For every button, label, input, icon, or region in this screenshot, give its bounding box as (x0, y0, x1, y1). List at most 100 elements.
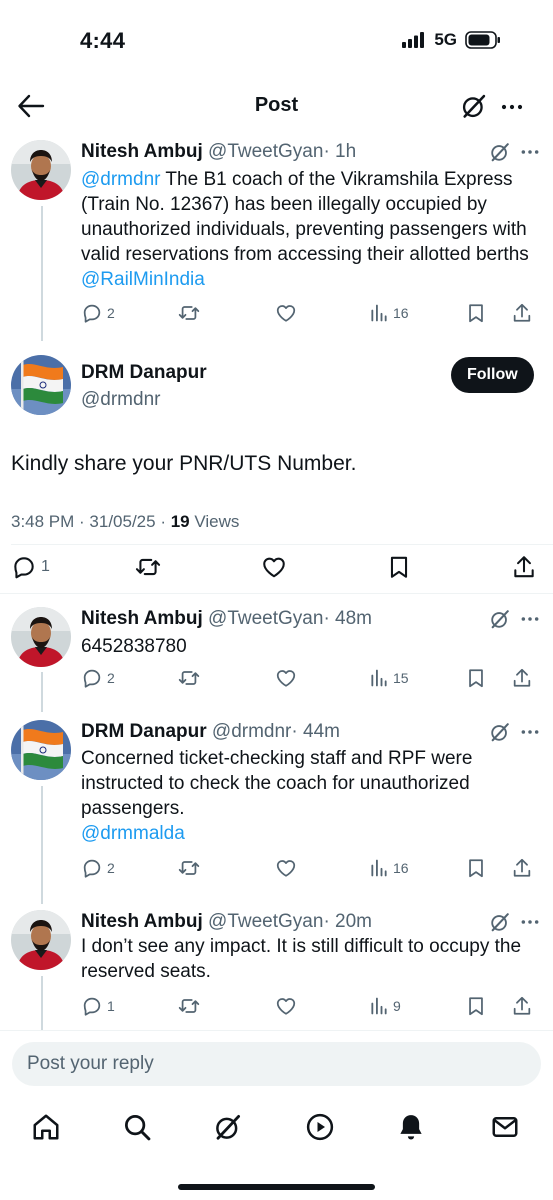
tweet-actions: 2 16 (81, 857, 541, 879)
reply-icon (81, 302, 103, 324)
like-button[interactable] (275, 995, 369, 1017)
reply-button[interactable]: 1 (81, 995, 178, 1017)
like-button[interactable] (275, 302, 369, 324)
tweet-header: Nitesh Ambuj @TweetGyan· 20m (81, 910, 372, 934)
mention-link[interactable]: @RailMinIndia (81, 269, 205, 290)
reply-button[interactable]: 2 (81, 302, 178, 324)
like-icon (275, 857, 297, 879)
reply-count: 2 (107, 670, 115, 686)
avatar[interactable] (11, 910, 71, 970)
author-handle[interactable]: @TweetGyan (208, 141, 323, 162)
reply-icon (11, 554, 37, 580)
bookmark-icon (386, 554, 412, 580)
tweet-time: · 48m (323, 608, 373, 629)
views-count: 9 (393, 998, 401, 1014)
avatar[interactable] (11, 607, 71, 667)
bookmark-button[interactable] (386, 554, 511, 580)
more-icon[interactable] (520, 722, 540, 742)
repost-button[interactable] (178, 857, 275, 879)
grok-icon[interactable] (489, 911, 511, 933)
reply-icon (81, 667, 103, 689)
like-button[interactable] (275, 667, 369, 689)
repost-icon (178, 857, 200, 879)
bookmark-button[interactable] (465, 857, 511, 879)
divider (0, 1030, 553, 1031)
bookmark-button[interactable] (465, 302, 511, 324)
author-handle[interactable]: @TweetGyan (208, 911, 323, 932)
repost-button[interactable] (135, 554, 261, 580)
avatar[interactable] (11, 140, 71, 200)
main-author-name[interactable]: DRM Danapur (81, 362, 207, 384)
home-indicator (178, 1184, 375, 1190)
reply-input[interactable]: Post your reply (12, 1042, 541, 1086)
author-name[interactable]: Nitesh Ambuj (81, 608, 203, 629)
thread-line (41, 976, 43, 1030)
post-meta: 3:48 PM · 31/05/25 · 19 Views (11, 512, 239, 532)
views-button[interactable]: 16 (369, 303, 465, 323)
share-button[interactable] (511, 995, 533, 1017)
author-handle[interactable]: @TweetGyan (208, 608, 323, 629)
like-icon (275, 302, 297, 324)
more-icon[interactable] (520, 912, 540, 932)
repost-button[interactable] (178, 995, 275, 1017)
repost-icon (178, 667, 200, 689)
follow-button[interactable]: Follow (451, 357, 534, 393)
share-button[interactable] (511, 857, 533, 879)
home-icon[interactable] (31, 1112, 61, 1142)
notifications-icon[interactable] (396, 1112, 426, 1142)
thread-line (41, 206, 43, 341)
like-button[interactable] (261, 554, 386, 580)
author-name[interactable]: Nitesh Ambuj (81, 911, 203, 932)
thread-line (41, 672, 43, 712)
more-icon[interactable] (520, 609, 540, 629)
author-handle[interactable]: @drmdnr (212, 721, 291, 742)
share-button[interactable] (511, 302, 533, 324)
reply-icon (81, 857, 103, 879)
grok-icon[interactable] (489, 608, 511, 630)
author-name[interactable]: Nitesh Ambuj (81, 141, 203, 162)
tweet-header: DRM Danapur @drmdnr· 44m (81, 720, 340, 744)
bookmark-button[interactable] (465, 667, 511, 689)
author-name[interactable]: DRM Danapur (81, 721, 207, 742)
messages-icon[interactable] (490, 1112, 520, 1142)
tweet-header: Nitesh Ambuj @TweetGyan· 1h (81, 140, 356, 164)
reply-button[interactable]: 2 (81, 667, 178, 689)
share-button[interactable] (511, 667, 533, 689)
bookmark-button[interactable] (465, 995, 511, 1017)
like-button[interactable] (275, 857, 369, 879)
repost-button[interactable] (178, 667, 275, 689)
divider (11, 544, 553, 545)
grok-icon[interactable] (460, 92, 488, 120)
share-icon (511, 995, 533, 1017)
video-icon[interactable] (305, 1112, 335, 1142)
mention-link[interactable]: @drmmalda (81, 823, 185, 844)
share-icon (511, 302, 533, 324)
search-icon[interactable] (122, 1112, 152, 1142)
status-time: 4:44 (80, 28, 126, 53)
more-icon[interactable] (520, 142, 540, 162)
avatar[interactable] (11, 720, 71, 780)
views-button[interactable]: 9 (369, 996, 465, 1016)
views-button[interactable]: 16 (369, 858, 465, 878)
tweet-actions: 1 9 (81, 995, 541, 1017)
grok-nav-icon[interactable] (213, 1112, 243, 1142)
repost-icon (135, 554, 161, 580)
grok-icon[interactable] (489, 721, 511, 743)
repost-button[interactable] (178, 302, 275, 324)
repost-icon (178, 995, 200, 1017)
views-label: Views (189, 512, 240, 531)
main-post-actions: 1 (11, 554, 541, 580)
reply-button[interactable]: 2 (81, 857, 178, 879)
views-button[interactable]: 15 (369, 668, 465, 688)
reply-button[interactable]: 1 (11, 554, 135, 580)
share-button[interactable] (511, 554, 537, 580)
views-count: 16 (393, 860, 409, 876)
more-icon[interactable] (500, 95, 524, 119)
main-author-handle[interactable]: @drmdnr (81, 389, 160, 411)
views-count: 16 (393, 305, 409, 321)
tweet-time: · 1h (323, 141, 357, 162)
share-icon (511, 554, 537, 580)
avatar[interactable] (11, 355, 71, 415)
grok-icon[interactable] (489, 141, 511, 163)
mention-link[interactable]: @drmdnr (81, 169, 160, 190)
